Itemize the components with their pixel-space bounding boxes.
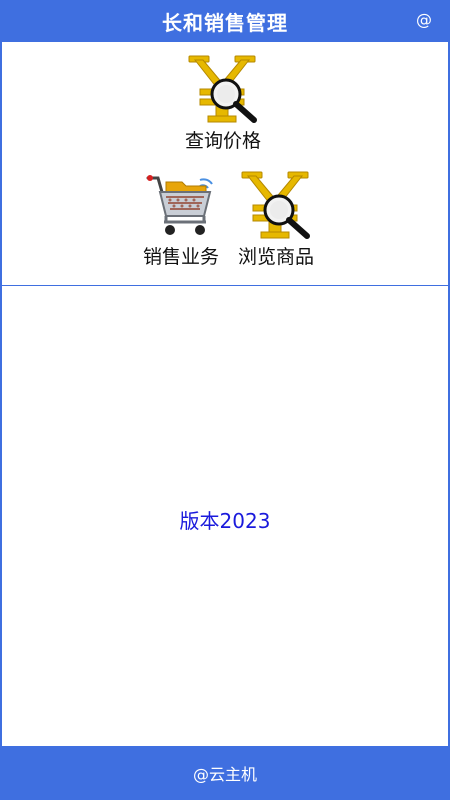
menu-item-query-price[interactable]: 查询价格 <box>185 54 261 153</box>
app-title: 长和销售管理 <box>162 10 288 35</box>
header-at-icon[interactable]: @ <box>416 10 432 29</box>
bottom-footer[interactable]: @云主机 <box>2 746 448 800</box>
shopping-cart-icon <box>144 170 218 240</box>
top-header: 长和销售管理 @ <box>2 0 448 42</box>
footer-text: @云主机 <box>192 765 257 784</box>
menu-item-label: 销售业务 <box>143 246 220 268</box>
menu-item-browse-products[interactable]: 浏览商品 <box>238 170 314 269</box>
app-root: 长和销售管理 @ 查询价格 销售业务 浏览商品 版本2023 @云主机 <box>0 0 450 800</box>
menu-item-label: 浏览商品 <box>238 246 315 268</box>
yen-magnifier-icon <box>186 54 260 124</box>
version-text: 版本2023 <box>179 509 271 533</box>
menu-item-sales[interactable]: 销售业务 <box>143 170 219 269</box>
yen-magnifier-icon <box>239 170 313 240</box>
menu-item-label: 查询价格 <box>185 130 262 152</box>
section-divider <box>2 285 448 286</box>
main-menu: 查询价格 销售业务 浏览商品 <box>2 42 448 286</box>
